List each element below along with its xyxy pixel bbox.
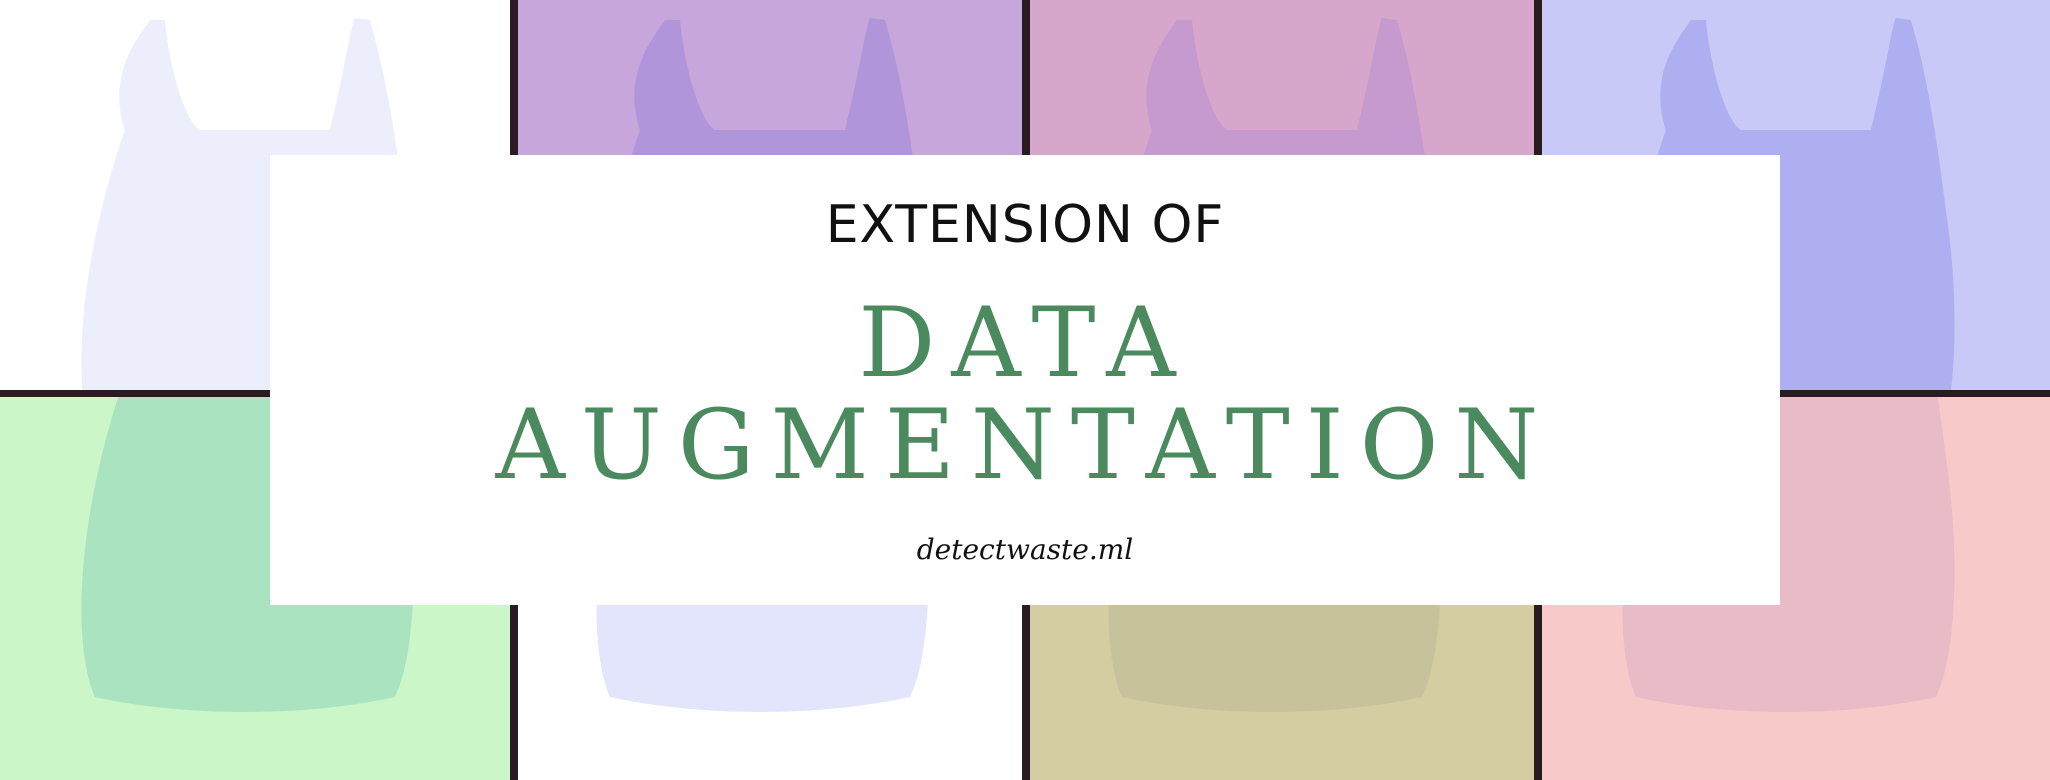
title-line-1: DATA xyxy=(858,287,1192,399)
site-link-text: detectwaste.ml xyxy=(916,533,1134,566)
kicker-text: EXTENSION OF xyxy=(825,195,1225,255)
title-card: EXTENSION OF DATA AUGMENTATION detectwas… xyxy=(270,155,1780,605)
title-line-2: AUGMENTATION xyxy=(495,389,1555,501)
